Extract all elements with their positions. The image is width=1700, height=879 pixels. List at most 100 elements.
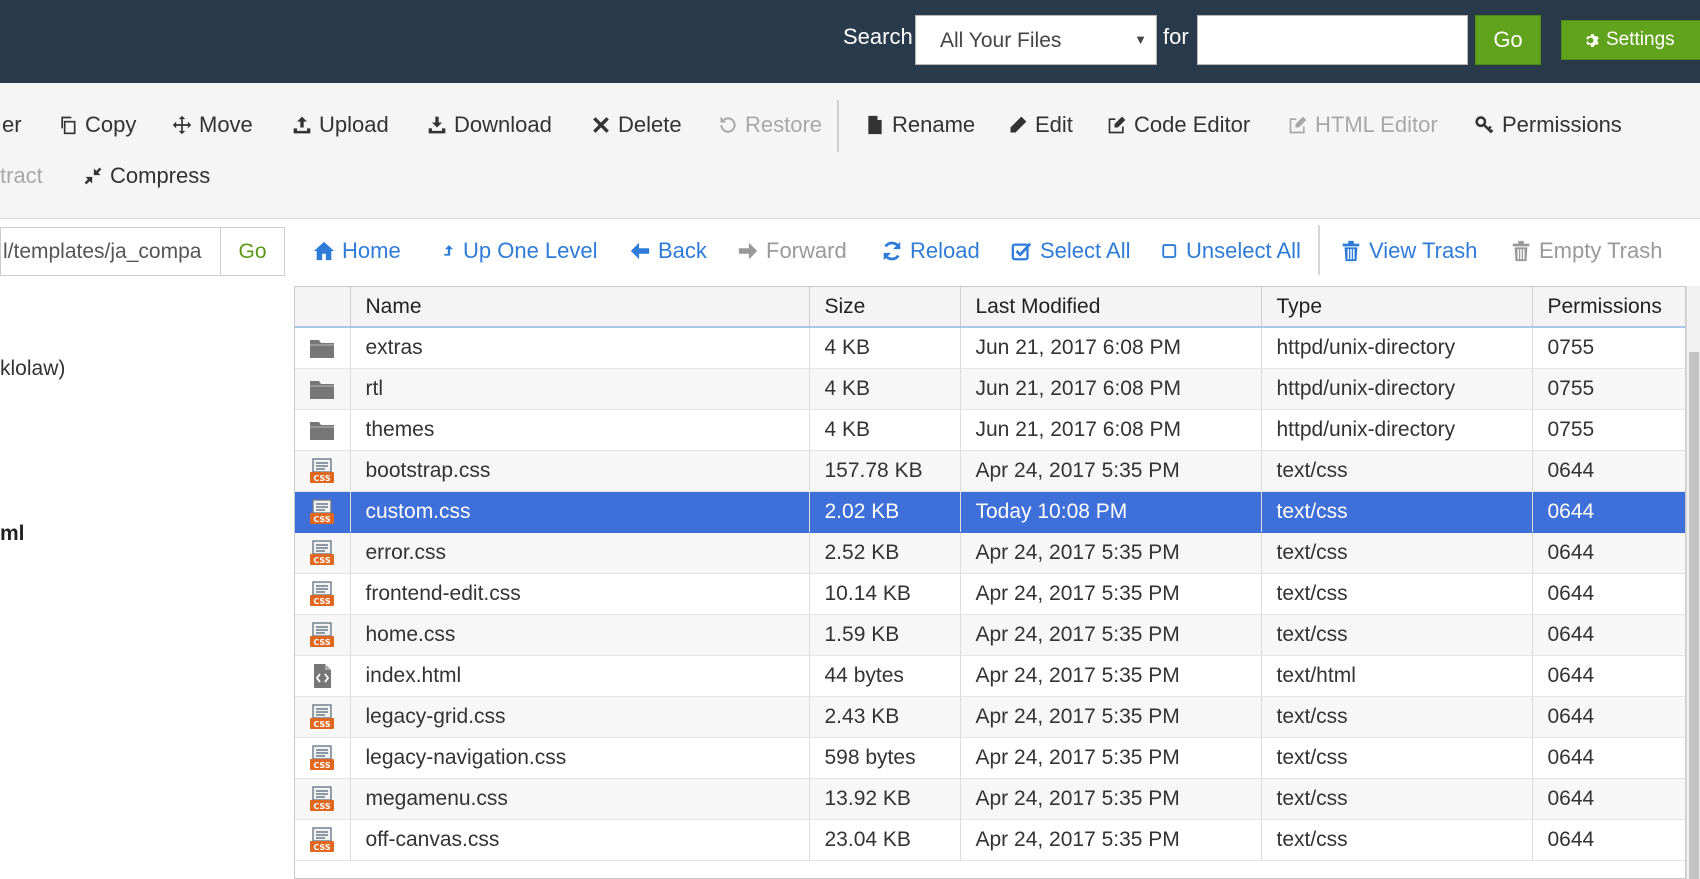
name-column-header[interactable]: Name bbox=[350, 287, 810, 328]
table-row[interactable]: themes 4 KB Jun 21, 2017 6:08 PM httpd/unix… bbox=[295, 409, 1685, 451]
upload-button[interactable]: Upload bbox=[292, 110, 389, 140]
svg-text:CSS: CSS bbox=[314, 843, 331, 852]
select-all-link[interactable]: Select All bbox=[1011, 235, 1131, 267]
search-input[interactable] bbox=[1197, 15, 1468, 65]
tree-item[interactable]: klolaw) bbox=[0, 357, 65, 381]
restore-button[interactable]: Restore bbox=[718, 110, 822, 140]
folder-icon bbox=[310, 421, 335, 440]
settings-button[interactable]: Settings bbox=[1561, 20, 1700, 60]
file-icon-cell[interactable] bbox=[295, 368, 351, 410]
file-name[interactable]: home.css bbox=[350, 614, 810, 656]
table-row[interactable]: CSS off-canvas.css 23.04 KB Apr 24, 2017 5:… bbox=[295, 819, 1685, 861]
html-file-icon bbox=[314, 663, 332, 688]
scrollbar-thumb[interactable] bbox=[1689, 352, 1699, 879]
file-name[interactable]: index.html bbox=[350, 655, 810, 697]
table-row[interactable]: CSS bootstrap.css 157.78 KB Apr 24, 2017 5:… bbox=[295, 450, 1685, 492]
permissions-button[interactable]: Permissions bbox=[1475, 110, 1622, 140]
up-one-level-link[interactable]: Up One Level bbox=[442, 235, 598, 267]
file-icon-cell[interactable]: CSS bbox=[295, 696, 351, 738]
compress-button[interactable]: Compress bbox=[83, 161, 210, 191]
table-row[interactable]: CSS legacy-navigation.css 598 bytes Apr 24,… bbox=[295, 737, 1685, 779]
table-row[interactable]: CSS custom.css 2.02 KB Today 10:08 PM text/c… bbox=[295, 491, 1685, 533]
file-name[interactable]: themes bbox=[350, 409, 810, 451]
search-scope-select[interactable]: All Your Files ▼ bbox=[915, 15, 1157, 65]
toolbar-label: Permissions bbox=[1502, 112, 1622, 137]
toolbar-label: er bbox=[2, 112, 22, 137]
css-file-icon: CSS bbox=[310, 621, 335, 647]
forward-link[interactable]: Forward bbox=[737, 235, 847, 267]
move-icon bbox=[172, 115, 192, 135]
table-row[interactable]: index.html 44 bytes Apr 24, 2017 5:35 PM te… bbox=[295, 655, 1685, 697]
file-icon-cell[interactable]: CSS bbox=[295, 573, 351, 615]
permissions-column-header[interactable]: Permissions bbox=[1532, 287, 1685, 328]
reload-link[interactable]: Reload bbox=[881, 235, 980, 267]
unselect-all-link[interactable]: Unselect All bbox=[1161, 235, 1301, 267]
html-editor-button[interactable]: HTML Editor bbox=[1288, 110, 1438, 140]
file-modified: Today 10:08 PM bbox=[960, 491, 1262, 533]
file-icon-cell[interactable]: CSS bbox=[295, 737, 351, 779]
toolbar-label: Delete bbox=[618, 112, 682, 137]
for-label: for bbox=[1163, 24, 1189, 49]
file-icon-cell[interactable]: CSS bbox=[295, 614, 351, 656]
view-trash-link[interactable]: View Trash bbox=[1340, 235, 1477, 267]
file-name[interactable]: frontend-edit.css bbox=[350, 573, 810, 615]
file-icon-cell[interactable] bbox=[295, 409, 351, 451]
home-link[interactable]: Home bbox=[313, 235, 401, 267]
table-row[interactable]: extras 4 KB Jun 21, 2017 6:08 PM httpd/unix… bbox=[295, 327, 1685, 369]
toolbar-label: Copy bbox=[85, 112, 137, 137]
new-folder-button[interactable]: er bbox=[2, 110, 22, 140]
restore-icon bbox=[720, 116, 736, 133]
file-name[interactable]: megamenu.css bbox=[350, 778, 810, 820]
file-name[interactable]: extras bbox=[350, 327, 810, 369]
move-button[interactable]: Move bbox=[172, 110, 253, 140]
table-row[interactable]: CSS frontend-edit.css 10.14 KB Apr 24, 2017… bbox=[295, 573, 1685, 615]
table-row[interactable]: rtl 4 KB Jun 21, 2017 6:08 PM httpd/unix-di… bbox=[295, 368, 1685, 410]
nav-label: Home bbox=[342, 238, 401, 263]
trash-icon bbox=[1342, 240, 1360, 262]
empty-trash-icon bbox=[1512, 240, 1530, 262]
file-list-panel: Name Size Last Modified Type Permissions… bbox=[294, 286, 1686, 879]
path-go-button[interactable]: Go bbox=[220, 227, 285, 276]
file-icon-cell[interactable] bbox=[295, 655, 351, 697]
download-button[interactable]: Download bbox=[427, 110, 552, 140]
file-toolbar: er Copy Move Upload Download Delete Rest… bbox=[0, 83, 1700, 219]
file-icon-cell[interactable]: CSS bbox=[295, 819, 351, 861]
table-row[interactable]: CSS legacy-grid.css 2.43 KB Apr 24, 2017 5:… bbox=[295, 696, 1685, 738]
search-go-button[interactable]: Go bbox=[1475, 15, 1541, 65]
css-file-icon: CSS bbox=[310, 457, 335, 483]
file-icon-cell[interactable] bbox=[295, 327, 351, 369]
table-row[interactable]: CSS megamenu.css 13.92 KB Apr 24, 2017 5:35… bbox=[295, 778, 1685, 820]
extract-button[interactable]: tract bbox=[0, 161, 43, 191]
edit-button[interactable]: Edit bbox=[1008, 110, 1073, 140]
delete-button[interactable]: Delete bbox=[591, 110, 682, 140]
rename-button[interactable]: Rename bbox=[865, 110, 975, 140]
code-editor-button[interactable]: Code Editor bbox=[1107, 110, 1250, 140]
css-file-icon: CSS bbox=[310, 498, 335, 524]
file-name[interactable]: bootstrap.css bbox=[350, 450, 810, 492]
file-permissions: 0644 bbox=[1532, 655, 1685, 697]
path-input[interactable] bbox=[0, 227, 221, 276]
modified-column-header[interactable]: Last Modified bbox=[960, 287, 1262, 328]
file-icon-cell[interactable]: CSS bbox=[295, 450, 351, 492]
code-editor-icon bbox=[1108, 116, 1126, 134]
table-row[interactable]: CSS error.css 2.52 KB Apr 24, 2017 5:35 PM t… bbox=[295, 532, 1685, 574]
file-name[interactable]: rtl bbox=[350, 368, 810, 410]
file-name[interactable]: off-canvas.css bbox=[350, 819, 810, 861]
compress-icon bbox=[84, 167, 102, 185]
svg-text:CSS: CSS bbox=[314, 556, 331, 565]
table-row[interactable]: CSS home.css 1.59 KB Apr 24, 2017 5:35 PM te… bbox=[295, 614, 1685, 656]
back-link[interactable]: Back bbox=[629, 235, 707, 267]
file-icon-cell[interactable]: CSS bbox=[295, 532, 351, 574]
size-column-header[interactable]: Size bbox=[809, 287, 961, 328]
file-name[interactable]: legacy-navigation.css bbox=[350, 737, 810, 779]
file-name[interactable]: legacy-grid.css bbox=[350, 696, 810, 738]
type-column-header[interactable]: Type bbox=[1261, 287, 1533, 328]
file-icon-cell[interactable]: CSS bbox=[295, 491, 351, 533]
file-name[interactable]: custom.css bbox=[350, 491, 810, 533]
copy-button[interactable]: Copy bbox=[58, 110, 136, 140]
table-scrollbar[interactable] bbox=[1686, 286, 1700, 879]
file-name[interactable]: error.css bbox=[350, 532, 810, 574]
empty-trash-link[interactable]: Empty Trash bbox=[1510, 235, 1662, 267]
tree-item[interactable]: ml bbox=[0, 522, 25, 546]
file-icon-cell[interactable]: CSS bbox=[295, 778, 351, 820]
